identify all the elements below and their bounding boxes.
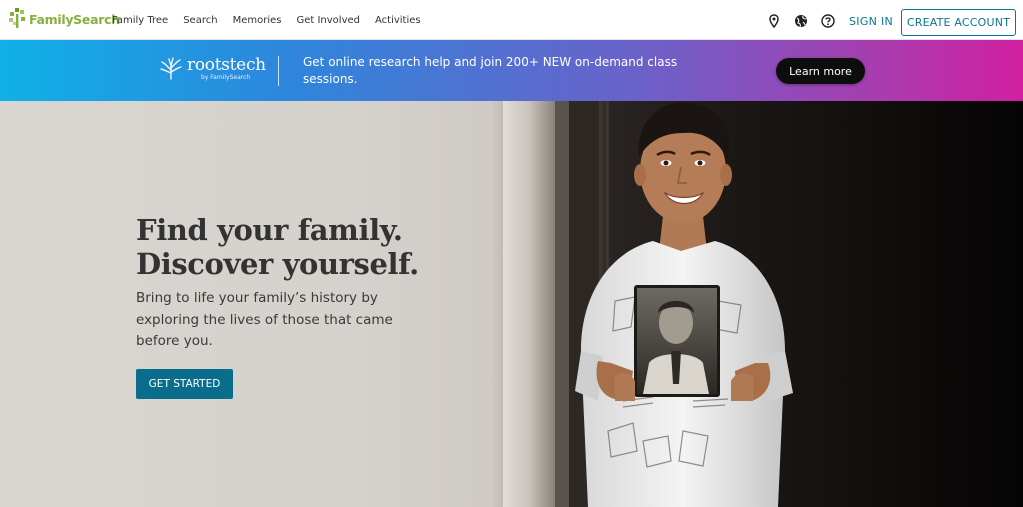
rootstech-tree-icon — [160, 57, 182, 80]
rootstech-logo[interactable]: rootstech by FamilySearch — [160, 56, 266, 81]
main-nav: Family Tree Search Memories Get Involved… — [112, 0, 436, 40]
nav-activities[interactable]: Activities — [375, 15, 421, 26]
location-pin-icon[interactable] — [767, 14, 781, 28]
nav-family-tree[interactable]: Family Tree — [112, 15, 168, 26]
get-started-button[interactable]: GET STARTED — [136, 369, 233, 399]
banner-message: Get online research help and join 200+ N… — [303, 55, 678, 86]
nav-get-involved[interactable]: Get Involved — [296, 15, 360, 26]
hero-photo-boy-holding-portrait — [503, 101, 1023, 507]
hero-subtitle: Bring to life your family’s history by e… — [136, 290, 393, 349]
nav-search[interactable]: Search — [183, 15, 217, 26]
learn-more-button[interactable]: Learn more — [776, 58, 865, 84]
create-account-button[interactable]: CREATE ACCOUNT — [901, 9, 1016, 36]
familysearch-logo[interactable]: FamilySearch — [8, 5, 120, 33]
top-navigation-bar: FamilySearch Family Tree Search Memories… — [0, 0, 1023, 40]
nav-memories[interactable]: Memories — [233, 15, 282, 26]
hero-title-line-1: Find your family. — [136, 213, 403, 247]
rootstech-byline: by FamilySearch — [201, 74, 251, 81]
hero-section: Find your family. Discover yourself. Bri… — [0, 101, 1023, 507]
help-icon[interactable] — [821, 14, 835, 28]
hero-title: Find your family. Discover yourself. — [136, 213, 419, 281]
hero-title-line-2: Discover yourself. — [136, 247, 419, 281]
banner-divider — [278, 56, 279, 86]
globe-icon[interactable] — [794, 14, 808, 28]
rootstech-wordmark: rootstech — [187, 55, 266, 75]
family-tree-logo-icon — [9, 8, 25, 28]
rootstech-promo-banner: rootstech by FamilySearch Get online res… — [0, 40, 1023, 101]
sign-in-link[interactable]: SIGN IN — [849, 15, 893, 28]
logo-wordmark: FamilySearch — [29, 11, 120, 27]
